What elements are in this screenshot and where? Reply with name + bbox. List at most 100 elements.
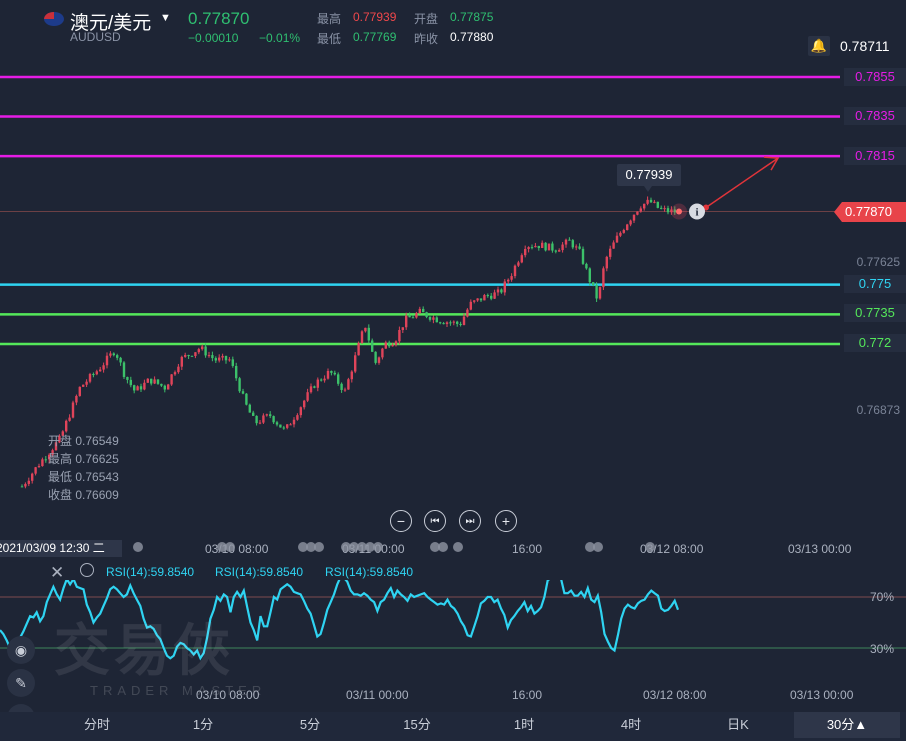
candle-body bbox=[279, 424, 282, 428]
candle-body bbox=[629, 220, 632, 225]
candle-body bbox=[435, 317, 438, 323]
candle-body bbox=[238, 378, 241, 392]
tab-daily[interactable]: 日K bbox=[685, 712, 791, 738]
candle-body bbox=[371, 340, 374, 352]
candle-body bbox=[153, 379, 156, 384]
cursor-tool-button[interactable]: ◉ bbox=[7, 636, 35, 664]
zoom-out-button[interactable]: − bbox=[390, 510, 412, 532]
tab-4hour[interactable]: 4时 bbox=[578, 712, 684, 738]
candle-body bbox=[313, 386, 316, 388]
popup-pointer bbox=[644, 186, 652, 192]
line-label-0: 0.7855 bbox=[844, 68, 906, 86]
candle-body bbox=[214, 358, 217, 361]
candle-body bbox=[126, 376, 129, 380]
candle-body bbox=[649, 199, 653, 203]
live-dot bbox=[676, 208, 682, 215]
candle-body bbox=[252, 412, 255, 416]
tab-timeline[interactable]: 分时 bbox=[44, 712, 150, 738]
candle-body bbox=[374, 351, 377, 363]
candle-body bbox=[201, 346, 204, 350]
candle-body bbox=[85, 381, 88, 385]
event-dot-0[interactable] bbox=[133, 542, 143, 552]
candle-body bbox=[541, 242, 544, 249]
event-dot-10[interactable] bbox=[373, 542, 383, 552]
tab-1hour[interactable]: 1时 bbox=[471, 712, 577, 738]
candle-body bbox=[248, 404, 251, 413]
candle-body bbox=[405, 315, 408, 328]
candle-body bbox=[432, 317, 435, 320]
event-dot-15[interactable] bbox=[593, 542, 603, 552]
chevron-down-icon[interactable]: ▼ bbox=[160, 12, 171, 24]
candle-body bbox=[524, 249, 527, 256]
cursor-icon: ◉ bbox=[14, 641, 28, 658]
tab-5min[interactable]: 5分 bbox=[257, 712, 363, 738]
candle-body bbox=[530, 247, 534, 249]
trend-arrow[interactable] bbox=[705, 157, 779, 209]
candle-body bbox=[592, 282, 595, 286]
candle-body bbox=[656, 201, 659, 208]
candlestick-chart[interactable]: i bbox=[0, 56, 906, 540]
symbol-code: AUDUSD bbox=[70, 30, 121, 44]
candle-body bbox=[377, 357, 381, 363]
candle-body bbox=[95, 371, 98, 375]
candle-body bbox=[44, 459, 47, 461]
bell-icon[interactable]: 🔔 bbox=[808, 36, 830, 56]
candle-body bbox=[422, 308, 425, 313]
candle-body bbox=[456, 321, 459, 324]
candle-body bbox=[177, 366, 180, 373]
candle-body bbox=[184, 355, 187, 357]
tab-30min[interactable]: 30分▲ bbox=[794, 712, 900, 738]
event-dot-5[interactable] bbox=[314, 542, 324, 552]
candle-body bbox=[303, 400, 306, 408]
candle-body bbox=[133, 385, 136, 391]
event-dot-2[interactable] bbox=[225, 542, 235, 552]
candle-body bbox=[350, 371, 353, 380]
event-dot-13[interactable] bbox=[453, 542, 463, 552]
tab-15min[interactable]: 15分 bbox=[364, 712, 470, 738]
tab-1min[interactable]: 1分 bbox=[150, 712, 256, 738]
candle-body bbox=[197, 349, 200, 353]
open-value: 0.77875 bbox=[450, 10, 494, 24]
candle-body bbox=[479, 298, 483, 301]
candle-body bbox=[221, 355, 224, 358]
candle-body bbox=[585, 263, 588, 269]
candle-body bbox=[272, 416, 275, 423]
candle-body bbox=[289, 424, 292, 426]
candle-body bbox=[476, 298, 479, 301]
candle-body bbox=[241, 391, 245, 394]
candle-body bbox=[299, 407, 302, 416]
event-dot-12[interactable] bbox=[438, 542, 448, 552]
candle-body bbox=[156, 379, 160, 384]
settings-icon[interactable] bbox=[80, 563, 94, 577]
candle-body bbox=[561, 244, 564, 251]
candle-body bbox=[612, 242, 615, 249]
candle-body bbox=[469, 301, 472, 310]
candle-body bbox=[394, 341, 398, 345]
candle-body bbox=[490, 295, 493, 299]
next-button[interactable]: ⏭ bbox=[459, 510, 481, 532]
event-dot-16[interactable] bbox=[645, 542, 655, 552]
candle-body bbox=[663, 208, 666, 210]
zoom-in-button[interactable]: + bbox=[495, 510, 517, 532]
candle-body bbox=[388, 342, 391, 347]
candle-body bbox=[639, 208, 642, 212]
candle-body bbox=[391, 344, 394, 347]
prev-close-label: 昨收 bbox=[414, 32, 439, 46]
high-popup: 0.77939 bbox=[617, 164, 681, 186]
candle-body bbox=[513, 265, 517, 277]
rsi-value-3: RSI(14):59.8540 bbox=[325, 565, 414, 579]
candle-body bbox=[636, 211, 639, 215]
candle-body bbox=[92, 374, 95, 376]
low-value: 0.77769 bbox=[353, 30, 397, 44]
ohlc-close: 收盘 0.76609 bbox=[48, 488, 119, 502]
candle-body bbox=[578, 246, 581, 249]
draw-tool-button[interactable]: ✎ bbox=[7, 669, 35, 697]
candle-body bbox=[507, 279, 510, 282]
prev-button[interactable]: ⏮ bbox=[424, 510, 446, 532]
candle-body bbox=[588, 268, 591, 283]
candle-body bbox=[483, 295, 486, 301]
event-markers bbox=[133, 542, 655, 552]
rsi-time-label-1: 03/10 08:00 bbox=[196, 688, 260, 702]
candle-body bbox=[493, 292, 496, 299]
candle-body bbox=[139, 386, 143, 390]
